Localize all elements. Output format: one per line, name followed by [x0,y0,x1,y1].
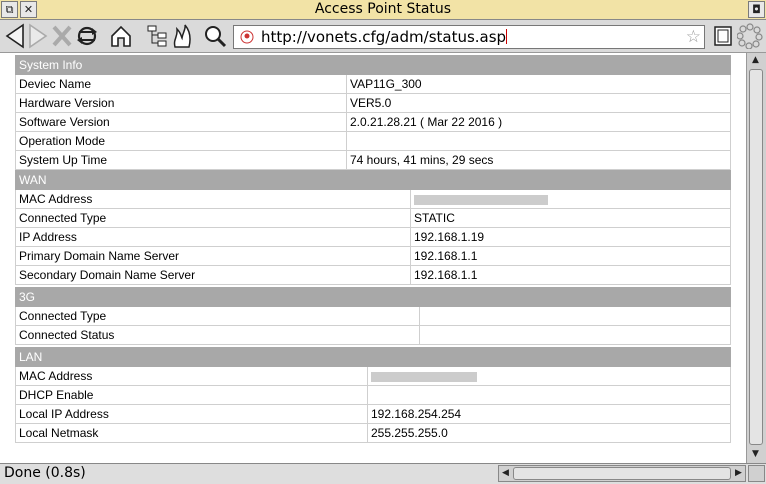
scroll-left-arrow-icon[interactable]: ◀ [502,468,509,478]
row-label: Local IP Address [15,404,368,424]
row-label: Connected Type [15,208,411,228]
row-label: Local Netmask [15,423,368,443]
url-input[interactable]: http://vonets.cfg/adm/status.asp [261,28,508,46]
row-value: 2.0.21.28.21 ( Mar 22 2016 ) [346,112,731,132]
page-content: System Info Deviec Name VAP11G_300 Hardwa… [0,53,746,463]
row-value: 255.255.255.0 [367,423,731,443]
horizontal-scrollbar[interactable]: ◀ ▶ [498,465,746,482]
text-cursor [506,29,508,44]
table-row: Local Netmask 255.255.255.0 [15,423,731,443]
hotlist-fire-icon[interactable] [171,23,193,49]
horizontal-scroll-thumb[interactable] [513,467,731,480]
row-value: 74 hours, 41 mins, 29 secs [346,150,731,170]
scroll-down-arrow-icon[interactable]: ▼ [752,449,759,459]
row-value: STATIC [410,208,731,228]
section-header: WAN [15,170,731,190]
row-value [410,189,731,209]
page-favicon-icon [240,30,254,44]
row-label: Secondary Domain Name Server [15,265,411,285]
row-label: Operation Mode [15,131,347,151]
table-row: Connected Type STATIC [15,208,731,228]
row-label: System Up Time [15,150,347,170]
table-row: Primary Domain Name Server 192.168.1.1 [15,246,731,266]
row-value [419,325,731,345]
search-icon[interactable] [203,23,227,49]
window-title: Access Point Status [314,1,452,17]
resize-corner[interactable] [748,465,765,482]
table-row: Secondary Domain Name Server 192.168.1.1 [15,265,731,285]
row-value [367,366,731,386]
vertical-scroll-thumb[interactable] [749,69,763,445]
row-value: 192.168.1.1 [410,265,731,285]
row-label: DHCP Enable [15,385,368,405]
scroll-up-arrow-icon[interactable]: ▲ [752,55,759,65]
row-label: MAC Address [15,366,368,386]
row-label: Deviec Name [15,74,347,94]
table-row: Local IP Address 192.168.254.254 [15,404,731,424]
row-label: Connected Type [15,306,420,326]
title-bar[interactable]: ⧉ ✕ Access Point Status ◘ [0,0,766,20]
row-label: Hardware Version [15,93,347,113]
row-value [346,131,731,151]
back-icon[interactable] [4,23,26,49]
back-window-icon[interactable]: ⧉ [1,1,18,18]
row-value [419,306,731,326]
wan-table: WAN MAC Address Connected Type STATIC IP … [15,170,731,285]
lan-table: LAN MAC Address DHCP Enable Local IP Add… [15,347,731,443]
row-label: Connected Status [15,325,420,345]
scroll-right-arrow-icon[interactable]: ▶ [735,468,742,478]
table-row: Hardware Version VER5.0 [15,93,731,113]
home-icon[interactable] [109,23,133,49]
status-text: Done (0.8s) [4,465,86,481]
section-header: 3G [15,287,731,307]
url-text: http://vonets.cfg/adm/status.asp [261,28,507,46]
row-value: VER5.0 [346,93,731,113]
row-value: 192.168.1.19 [410,227,731,247]
table-row: Deviec Name VAP11G_300 [15,74,731,94]
forward-icon[interactable] [27,23,49,49]
table-row: System Up Time 74 hours, 41 mins, 29 secs [15,150,731,170]
toggle-size-icon[interactable]: ◘ [748,1,765,18]
reload-icon[interactable] [75,23,99,49]
star-bookmark-icon[interactable]: ☆ [686,27,701,47]
table-row: IP Address 192.168.1.19 [15,227,731,247]
status-table: System Info Deviec Name VAP11G_300 Hardwa… [15,55,731,170]
address-bar[interactable]: http://vonets.cfg/adm/status.asp ☆ [233,25,705,49]
row-value [367,385,731,405]
row-value: 192.168.1.1 [410,246,731,266]
row-label: Primary Domain Name Server [15,246,411,266]
row-label: MAC Address [15,189,411,209]
table-row: Software Version 2.0.21.28.21 ( Mar 22 20… [15,112,731,132]
row-value: 192.168.254.254 [367,404,731,424]
row-label: IP Address [15,227,411,247]
row-label: Software Version [15,112,347,132]
system-info-section: System Info Deviec Name VAP11G_300 Hardwa… [15,55,731,170]
section-header: System Info [15,55,731,75]
3g-table: 3G Connected Type Connected Status [15,287,731,345]
redacted-mac-address [371,371,477,382]
table-row: MAC Address [15,189,731,209]
table-row: Operation Mode [15,131,731,151]
row-value: VAP11G_300 [346,74,731,94]
redacted-mac-address [414,194,548,205]
loading-spinner-icon [737,23,763,49]
table-row: DHCP Enable [15,385,731,405]
page-view-icon[interactable] [712,23,734,49]
section-header: LAN [15,347,731,367]
table-row: Connected Type [15,306,731,326]
sitemap-icon[interactable] [146,23,170,49]
vertical-scrollbar[interactable]: ▲ ▼ [746,53,766,463]
table-row: MAC Address [15,366,731,386]
table-row: Connected Status [15,325,731,345]
close-window-icon[interactable]: ✕ [20,1,37,18]
stop-icon[interactable] [51,23,73,49]
